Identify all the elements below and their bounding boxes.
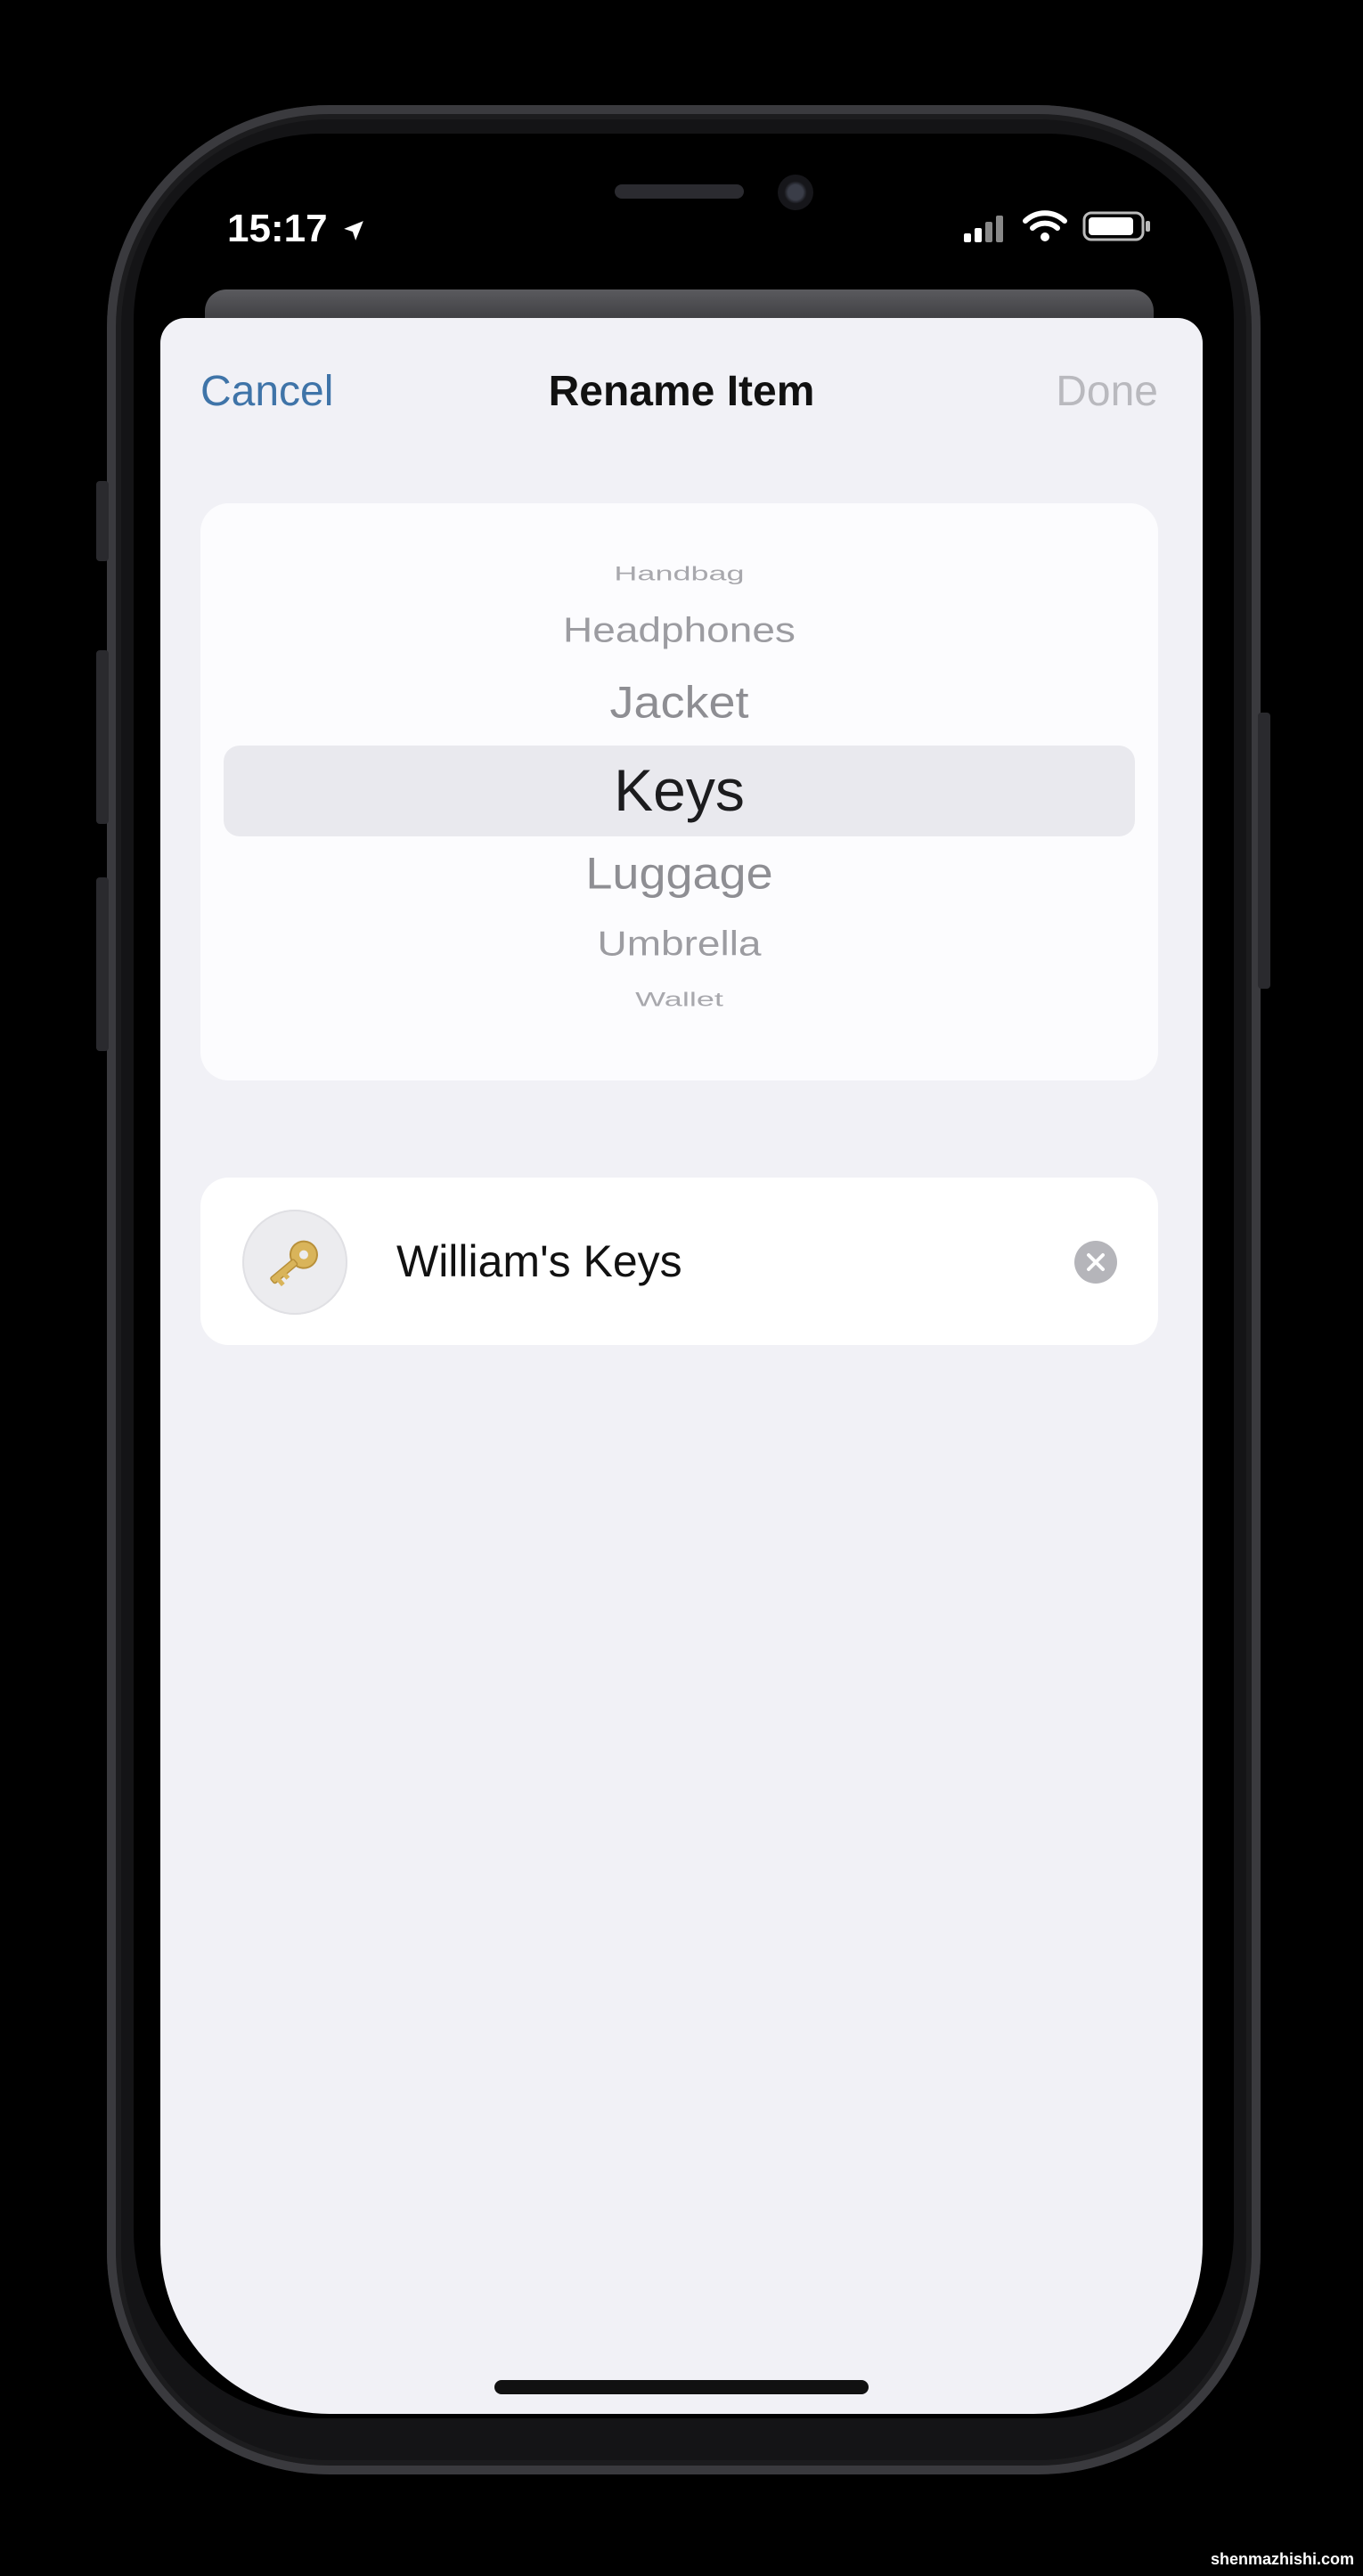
watermark: shenmazhishi.com: [1210, 2550, 1354, 2568]
battery-icon: [1082, 211, 1150, 241]
home-indicator[interactable]: [494, 2380, 869, 2394]
status-time: 15:17: [227, 207, 365, 251]
key-icon: [270, 1240, 318, 1287]
side-button: [1258, 713, 1270, 989]
picker-option-jacket[interactable]: Jacket: [200, 678, 1158, 728]
earpiece-speaker: [615, 184, 744, 199]
item-type-picker[interactable]: Handbag Headphones Jacket Keys Luggage U…: [200, 503, 1158, 1080]
volume-down-button: [96, 877, 109, 1051]
wifi-icon: [1023, 210, 1067, 241]
item-name-card: [200, 1178, 1158, 1345]
picker-option-luggage[interactable]: Luggage: [200, 849, 1158, 899]
front-camera: [778, 175, 813, 210]
clear-text-icon[interactable]: [1073, 1240, 1118, 1284]
rename-item-sheet: Cancel Rename Item Done Handbag Headphon…: [160, 318, 1203, 2414]
item-avatar: [242, 1210, 347, 1315]
volume-up-button: [96, 650, 109, 824]
done-button[interactable]: Done: [1056, 367, 1158, 416]
picker-option-headphones[interactable]: Headphones: [200, 610, 1158, 649]
picker-option-keys-selected[interactable]: Keys: [200, 754, 1158, 826]
picker-option-wallet[interactable]: Wallet: [200, 990, 1158, 1009]
location-arrow-icon: [343, 221, 363, 241]
cellular-signal-icon: [964, 216, 1003, 242]
mute-switch: [96, 481, 109, 561]
sheet-title: Rename Item: [548, 368, 815, 415]
picker-option-umbrella[interactable]: Umbrella: [200, 924, 1158, 963]
picker-option-handbag[interactable]: Handbag: [200, 564, 1158, 583]
status-time-label: 15:17: [227, 207, 328, 250]
item-name-input[interactable]: [396, 1229, 1038, 1293]
